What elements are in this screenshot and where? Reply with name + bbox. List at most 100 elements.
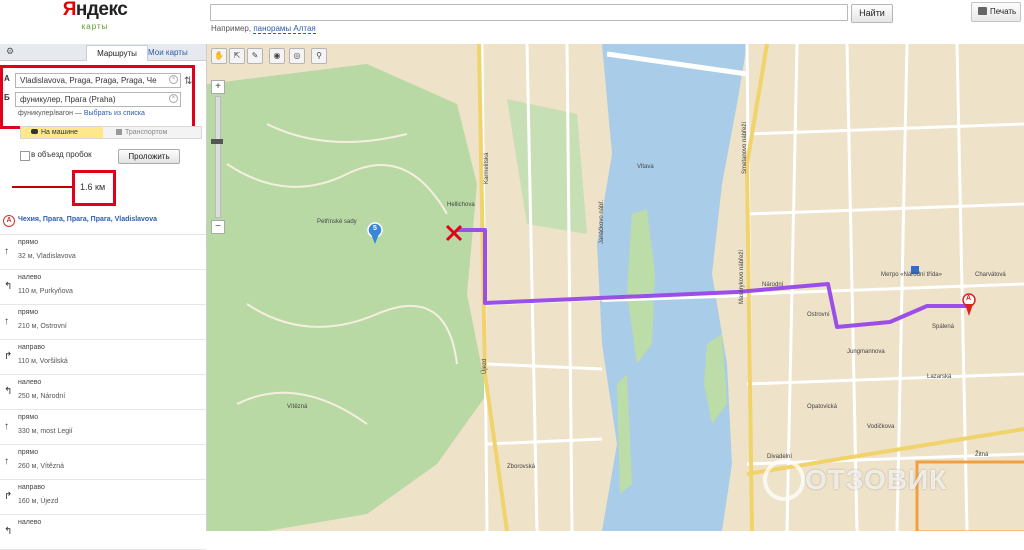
search-button[interactable]: Найти bbox=[851, 4, 893, 23]
route-panel: ⚙ Маршруты Мои карты А Vladislavova, Pra… bbox=[0, 44, 207, 550]
settings-icon[interactable]: ⚙ bbox=[6, 46, 14, 57]
zoom-out-button[interactable]: − bbox=[211, 220, 225, 234]
step-detail: 250 м, Národní bbox=[18, 393, 66, 400]
list-item[interactable]: ↰ налево 250 м, Národní bbox=[0, 375, 206, 410]
logo-wordmark: Яндекс bbox=[62, 0, 128, 20]
list-item[interactable]: ↑ прямо 260 м, Vítězná bbox=[0, 445, 206, 480]
turn-left-icon: ↰ bbox=[4, 386, 13, 397]
map-canvas[interactable]: A 5 ✋ ⇱ ✎ ◉ ◎ ⚲ + − Метро «Národní třída… bbox=[207, 44, 1024, 531]
watermark: ОТЗОВИК bbox=[805, 464, 948, 495]
metro-station-label: Метро «Národní třída» bbox=[881, 272, 942, 278]
route-start-row[interactable]: А Чехия, Прага, Прага, Прага, Vladislavo… bbox=[0, 212, 206, 235]
example-link[interactable]: панорамы Алтая bbox=[253, 24, 316, 34]
list-item[interactable]: ↑ прямо 32 м, Vladislavova bbox=[0, 235, 206, 270]
street-label: Vítězná bbox=[287, 404, 308, 410]
search-example: Например, панорамы Алтая bbox=[211, 24, 316, 34]
zoom-slider-handle[interactable] bbox=[211, 139, 223, 144]
street-label: Žitná bbox=[975, 452, 989, 458]
zoom-slider[interactable] bbox=[215, 96, 221, 218]
list-item[interactable]: ↰ налево 110 м, Purkyňova bbox=[0, 270, 206, 305]
printer-icon bbox=[978, 7, 987, 15]
turn-left-icon: ↰ bbox=[4, 281, 13, 292]
logo-subtitle: карты bbox=[81, 22, 109, 31]
clear-icon[interactable]: × bbox=[169, 94, 178, 103]
petrin-park bbox=[207, 64, 487, 531]
street-label: Lazarská bbox=[927, 374, 952, 380]
list-item[interactable]: ↑ прямо 210 м, Ostrovní bbox=[0, 305, 206, 340]
street-label: Masarykovo nábřeží bbox=[739, 249, 745, 304]
street-label: Ostrovní bbox=[807, 312, 830, 318]
mode-car-label: На машине bbox=[41, 129, 78, 136]
step-action: налево bbox=[18, 519, 42, 526]
street-label: Hellichova bbox=[447, 202, 475, 208]
point-a-marker-label: A bbox=[966, 295, 972, 302]
swap-points-icon[interactable]: ⇅ bbox=[184, 76, 192, 87]
street-label: Petřínské sady bbox=[317, 219, 357, 225]
list-item[interactable]: ↱ направо 160 м, Újezd bbox=[0, 480, 206, 515]
step-action: прямо bbox=[18, 239, 39, 246]
point-b-letter: Б bbox=[4, 93, 10, 102]
step-action: направо bbox=[18, 344, 45, 351]
route-distance: 1.6 км bbox=[80, 182, 106, 192]
choose-from-list-link[interactable]: Выбрать из списка bbox=[84, 110, 145, 117]
map-graphics bbox=[207, 44, 1024, 531]
clear-icon[interactable]: × bbox=[169, 75, 178, 84]
transport-mode-switch: На машине Транспортом bbox=[20, 126, 202, 139]
print-button[interactable]: Печать bbox=[971, 2, 1021, 22]
street-label: Vodičkova bbox=[867, 424, 895, 430]
yandex-maps-logo[interactable]: Яндекс карты bbox=[60, 0, 130, 31]
list-item[interactable]: ↰ налево bbox=[0, 515, 206, 550]
search-input[interactable] bbox=[210, 4, 848, 21]
tab-my-maps[interactable]: Мои карты bbox=[142, 45, 194, 60]
straight-arrow-icon: ↑ bbox=[4, 456, 9, 467]
street-label: Opatovická bbox=[807, 404, 838, 410]
bus-icon bbox=[116, 129, 122, 135]
step-detail: 330 м, most Legií bbox=[18, 428, 73, 435]
mode-car-button[interactable]: На машине bbox=[21, 127, 103, 138]
start-address: Чехия, Прага, Прага, Прага, Vladislavova bbox=[18, 216, 157, 223]
step-action: налево bbox=[18, 379, 42, 386]
ruler-tool-icon[interactable]: ⇱ bbox=[229, 48, 245, 64]
build-route-button[interactable]: Проложить bbox=[118, 149, 180, 164]
funicular-marker-label: 5 bbox=[373, 225, 377, 232]
turn-right-icon: ↱ bbox=[4, 491, 13, 502]
mode-transit-button[interactable]: Транспортом bbox=[116, 127, 167, 138]
annotation-arrow bbox=[12, 186, 72, 188]
point-b-input[interactable]: фуникулер, Прага (Praha) bbox=[15, 92, 181, 107]
street-label: Spálená bbox=[932, 324, 955, 330]
point-a-letter: А bbox=[4, 74, 10, 83]
street-label: Jungmannova bbox=[847, 349, 885, 355]
street-label: Janáčkovo nábř. bbox=[599, 199, 605, 244]
straight-arrow-icon: ↑ bbox=[4, 421, 9, 432]
step-action: прямо bbox=[18, 309, 39, 316]
avoid-traffic-checkbox[interactable] bbox=[20, 151, 30, 161]
point-a-input[interactable]: Vladislavova, Praga, Praga, Praga, Че bbox=[15, 73, 181, 88]
tab-routes[interactable]: Маршруты bbox=[86, 45, 148, 61]
traffic-tool-icon[interactable]: ◉ bbox=[269, 48, 285, 64]
panorama-tool-icon[interactable]: ◎ bbox=[289, 48, 305, 64]
list-item[interactable]: ↱ направо 110 м, Voršilská bbox=[0, 340, 206, 375]
avoid-traffic-label: в объезд пробок bbox=[31, 150, 92, 159]
step-detail: 110 м, Purkyňova bbox=[18, 288, 73, 295]
panel-tabs: ⚙ Маршруты Мои карты bbox=[0, 44, 206, 61]
hand-tool-icon[interactable]: ✋ bbox=[211, 48, 227, 64]
turn-left-icon: ↰ bbox=[4, 526, 13, 537]
street-label: Zborovská bbox=[507, 464, 536, 470]
straight-arrow-icon: ↑ bbox=[4, 316, 9, 327]
street-label: Vltava bbox=[637, 164, 654, 170]
zoom-in-button[interactable]: + bbox=[211, 80, 225, 94]
step-detail: 160 м, Újezd bbox=[18, 498, 59, 505]
list-item[interactable]: ↑ прямо 330 м, most Legií bbox=[0, 410, 206, 445]
link-tool-icon[interactable]: ⚲ bbox=[311, 48, 327, 64]
step-detail: 210 м, Ostrovní bbox=[18, 323, 67, 330]
example-prefix: Например, bbox=[211, 24, 252, 33]
step-detail: 32 м, Vladislavova bbox=[18, 253, 76, 260]
print-button-label: Печать bbox=[990, 7, 1017, 16]
point-a-icon: А bbox=[3, 215, 15, 227]
pencil-tool-icon[interactable]: ✎ bbox=[247, 48, 263, 64]
street-label: Újezd bbox=[482, 358, 488, 374]
otzovik-logo-icon bbox=[763, 459, 805, 501]
street-label: Národní bbox=[762, 282, 784, 288]
street-label: Smetanovo nábřeží bbox=[742, 121, 748, 174]
step-action: налево bbox=[18, 274, 42, 281]
